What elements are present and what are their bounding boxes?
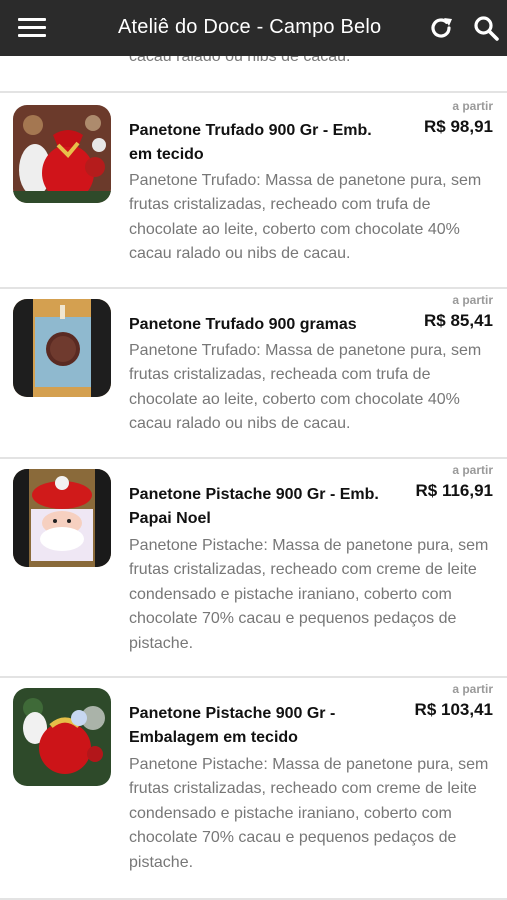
product-image (13, 105, 111, 203)
product-item[interactable]: a partir R$ 103,41 Panetone Pistache 900… (0, 678, 507, 898)
product-price: R$ 98,91 (424, 117, 493, 136)
product-price: R$ 116,91 (415, 481, 493, 500)
product-item[interactable]: a partir R$ 116,91 Panetone Pistache 900… (0, 459, 507, 676)
menu-line (18, 18, 46, 21)
price-prefix: a partir (452, 682, 493, 696)
product-description: Panetone Trufado: Massa de panetone pura… (129, 342, 482, 433)
product-item[interactable]: a partir R$ 85,41 Panetone Trufado 900 g… (0, 289, 507, 457)
product-price: R$ 85,41 (424, 311, 493, 330)
search-icon[interactable] (472, 14, 500, 42)
menu-line (18, 34, 46, 37)
page-title: Ateliê do Doce - Campo Belo (118, 16, 382, 38)
product-image (13, 469, 111, 567)
product-description: Panetone Trufado: Massa de panetone pura… (129, 172, 482, 263)
product-description: Panetone Pistache: Massa de panetone pur… (129, 756, 489, 871)
app-header: Ateliê do Doce - Campo Belo (0, 0, 507, 56)
product-description: Panetone Pistache: Massa de panetone pur… (129, 537, 489, 652)
hamburger-menu-icon[interactable] (18, 17, 46, 39)
product-image (13, 688, 111, 786)
product-price: R$ 103,41 (414, 700, 493, 719)
product-name: Panetone Trufado 900 Gr - Emb. em tecido (129, 122, 372, 163)
menu-line (18, 26, 46, 29)
product-name: Panetone Pistache 900 Gr - Embalagem em … (129, 705, 336, 746)
price-prefix: a partir (452, 293, 493, 307)
product-name: Panetone Trufado 900 gramas (129, 316, 357, 333)
product-item[interactable]: a partir R$ 98,91 Panetone Trufado 900 G… (0, 93, 507, 287)
product-name: Panetone Pistache 900 Gr - Emb. Papai No… (129, 486, 379, 527)
product-image (13, 299, 111, 397)
price-prefix: a partir (452, 463, 493, 477)
price-prefix: a partir (452, 99, 493, 113)
refresh-icon[interactable] (427, 14, 455, 42)
